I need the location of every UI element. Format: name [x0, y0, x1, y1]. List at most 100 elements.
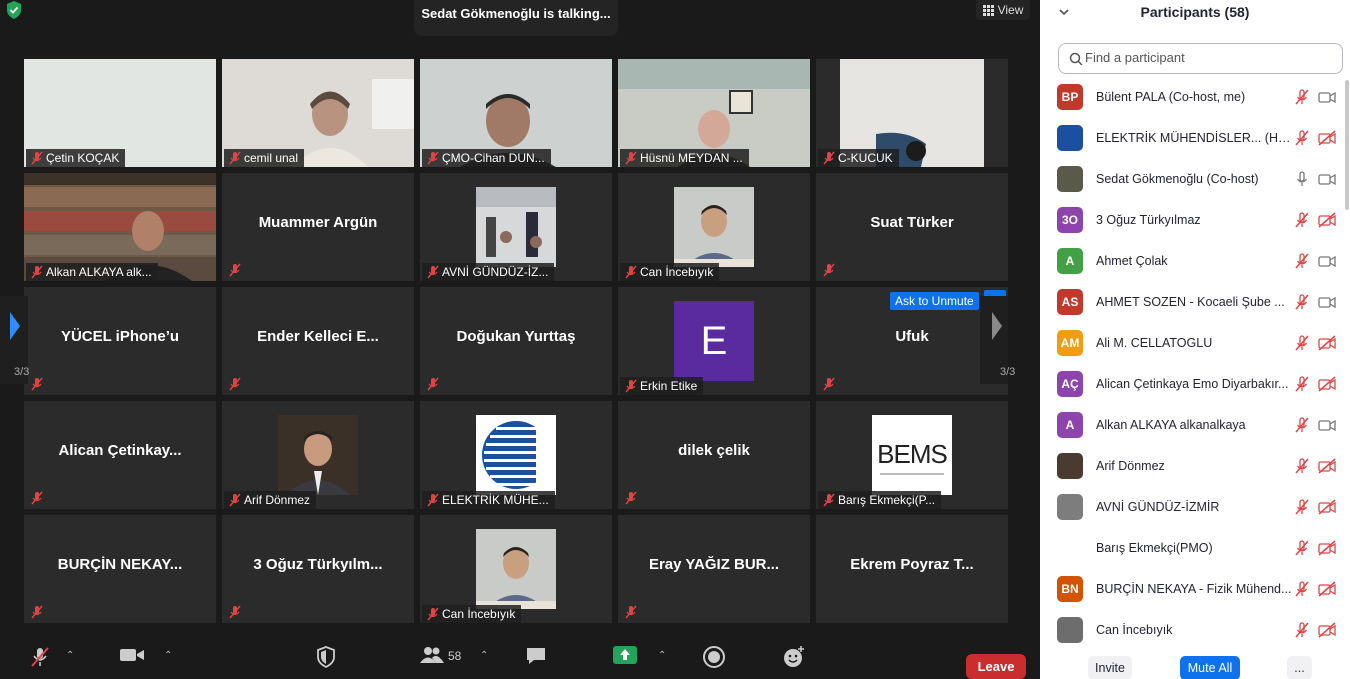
mic-muted-icon[interactable]	[1294, 417, 1310, 433]
mic-muted-icon[interactable]	[1294, 622, 1310, 638]
participant-name: Alkan ALKAYA alkanalkaya	[1096, 418, 1246, 432]
video-off-icon[interactable]	[1318, 212, 1336, 228]
participant-tile[interactable]: YÜCEL iPhone’u	[24, 287, 216, 395]
mic-muted-icon	[823, 493, 835, 507]
participant-tile[interactable]: Suat Türker	[816, 173, 1008, 281]
participant-name: Can İncebıyık	[1096, 623, 1173, 637]
participants-options-caret[interactable]: ⌃	[480, 650, 488, 661]
mic-muted-icon[interactable]	[1294, 253, 1310, 269]
participant-tile[interactable]: Ender Kelleci E...	[222, 287, 414, 395]
participant-row[interactable]: Can İncebıyık	[1040, 610, 1350, 647]
video-off-icon[interactable]	[1318, 335, 1336, 351]
participant-row[interactable]: AM Ali M. CELLATOGLU	[1040, 323, 1350, 364]
participant-tile[interactable]: Alican Çetinkay...	[24, 401, 216, 509]
mic-muted-icon[interactable]	[1294, 212, 1310, 228]
search-input[interactable]	[1085, 50, 1335, 65]
participant-tile[interactable]: Can İncebıyık	[618, 173, 810, 281]
participant-row[interactable]: AS AHMET SOZEN - Kocaeli Şube ...	[1040, 282, 1350, 323]
record-button[interactable]	[694, 632, 734, 679]
avatar	[1057, 617, 1083, 643]
video-camera-icon[interactable]	[1318, 253, 1336, 269]
mic-muted-icon[interactable]	[1294, 376, 1310, 392]
participant-row[interactable]: 3O 3 Oğuz Türkyılmaz	[1040, 200, 1350, 241]
mic-muted-icon[interactable]	[1294, 335, 1310, 351]
participant-tile[interactable]: ELEKTRİK MÜHE...	[420, 401, 612, 509]
participant-search[interactable]	[1058, 43, 1343, 74]
view-button[interactable]: View	[976, 0, 1030, 20]
video-tile[interactable]: C-KUCUK	[816, 59, 1008, 167]
share-options-caret[interactable]: ⌃	[658, 650, 666, 661]
participant-tile[interactable]: Can İncebıyık	[420, 515, 612, 623]
video-tile[interactable]: Alkan ALKAYA alk...	[24, 173, 216, 281]
participant-tile[interactable]: BEMS Barış Ekmekçi(P...	[816, 401, 1008, 509]
participant-tile[interactable]: Eray YAĞIZ BUR...	[618, 515, 810, 623]
video-tile[interactable]: Hüsnü MEYDAN ...	[618, 59, 810, 167]
mic-muted-icon[interactable]	[1294, 294, 1310, 310]
mic-muted-icon[interactable]	[1294, 89, 1310, 105]
unmute-button[interactable]	[20, 632, 60, 679]
video-off-icon[interactable]	[1318, 499, 1336, 515]
start-video-button[interactable]	[112, 632, 152, 679]
participant-row[interactable]: Sedat Gökmenoğlu (Co-host)	[1040, 159, 1350, 200]
video-tile[interactable]: cemil unal	[222, 59, 414, 167]
reactions-button[interactable]	[774, 632, 814, 679]
profile-photo	[278, 415, 358, 495]
ask-to-unmute-button[interactable]: Ask to Unmute	[890, 292, 979, 310]
participant-row[interactable]: AÇ Alican Çetinkaya Emo Diyarbakır...	[1040, 364, 1350, 405]
participant-name: Alican Çetinkay...	[58, 442, 182, 459]
video-options-caret[interactable]: ⌃	[164, 650, 172, 661]
video-camera-icon[interactable]	[1318, 417, 1336, 433]
video-tile[interactable]: Çetin KOÇAK	[24, 59, 216, 167]
participant-row[interactable]: A Ahmet Çolak	[1040, 241, 1350, 282]
mic-muted-icon[interactable]	[1294, 499, 1310, 515]
more-options-button[interactable]: ...	[1287, 656, 1312, 679]
arrow-left-icon	[10, 312, 20, 340]
participant-tile[interactable]: Ekrem Poyraz T...	[816, 515, 1008, 623]
participants-button[interactable]: 58	[412, 632, 472, 679]
video-off-icon[interactable]	[1318, 622, 1336, 638]
video-tile[interactable]: ÇMO-Cihan DUN...	[420, 59, 612, 167]
participant-name: ELEKTRİK MÜHENDİSLER... (Host)	[1096, 131, 1292, 145]
invite-button[interactable]: Invite	[1088, 656, 1132, 679]
mic-muted-icon[interactable]	[1294, 581, 1310, 597]
mic-icon[interactable]	[1294, 171, 1310, 187]
participant-tile[interactable]: Arif Dönmez	[222, 401, 414, 509]
participant-tile[interactable]: Muammer Argün	[222, 173, 414, 281]
leave-button[interactable]: Leave	[966, 654, 1026, 679]
mute-all-button[interactable]: Mute All	[1180, 656, 1240, 679]
participant-row[interactable]: BP Bülent PALA (Co-host, me)	[1040, 77, 1350, 118]
participant-tile[interactable]: 3 Oğuz Türkyılm...	[222, 515, 414, 623]
audio-options-caret[interactable]: ⌃	[66, 650, 74, 661]
participant-list-scrollbar[interactable]	[1345, 80, 1349, 210]
video-off-icon[interactable]	[1318, 130, 1336, 146]
video-camera-icon[interactable]	[1318, 171, 1336, 187]
share-screen-button[interactable]	[605, 632, 645, 679]
participant-tile[interactable]: dilek çelik	[618, 401, 810, 509]
video-off-icon[interactable]	[1318, 458, 1336, 474]
avatar: AM	[1057, 330, 1083, 356]
participant-row[interactable]: A Alkan ALKAYA alkanalkaya	[1040, 405, 1350, 446]
mic-muted-icon[interactable]	[1294, 130, 1310, 146]
participant-tile[interactable]: AVNİ GÜNDÜZ-İZ...	[420, 173, 612, 281]
mic-muted-icon[interactable]	[1294, 540, 1310, 556]
participant-row[interactable]: AVNİ GÜNDÜZ-İZMİR	[1040, 487, 1350, 528]
chat-button[interactable]	[516, 632, 556, 679]
security-button[interactable]	[306, 632, 346, 679]
mic-muted-icon	[229, 151, 241, 165]
participant-tile[interactable]: E Erkin Etike	[618, 287, 810, 395]
video-off-icon[interactable]	[1318, 581, 1336, 597]
participant-name: Ali M. CELLATOGLU	[1096, 336, 1213, 350]
participant-name: Muammer Argün	[258, 214, 378, 231]
video-camera-icon[interactable]	[1318, 294, 1336, 310]
video-off-icon[interactable]	[1318, 376, 1336, 392]
participant-row[interactable]: Barış Ekmekçi(PMO)	[1040, 528, 1350, 569]
video-off-icon[interactable]	[1318, 540, 1336, 556]
video-camera-icon[interactable]	[1318, 89, 1336, 105]
participant-tile[interactable]: BURÇİN NEKAY...	[24, 515, 216, 623]
participant-row[interactable]: Arif Dönmez	[1040, 446, 1350, 487]
participant-row[interactable]: ELEKTRİK MÜHENDİSLER... (Host)	[1040, 118, 1350, 159]
security-shield-icon	[7, 1, 21, 19]
participant-tile[interactable]: Doğukan Yurttaş	[420, 287, 612, 395]
participant-row[interactable]: BN BURÇİN NEKAYA - Fizik Mühend...	[1040, 569, 1350, 610]
mic-muted-icon[interactable]	[1294, 458, 1310, 474]
